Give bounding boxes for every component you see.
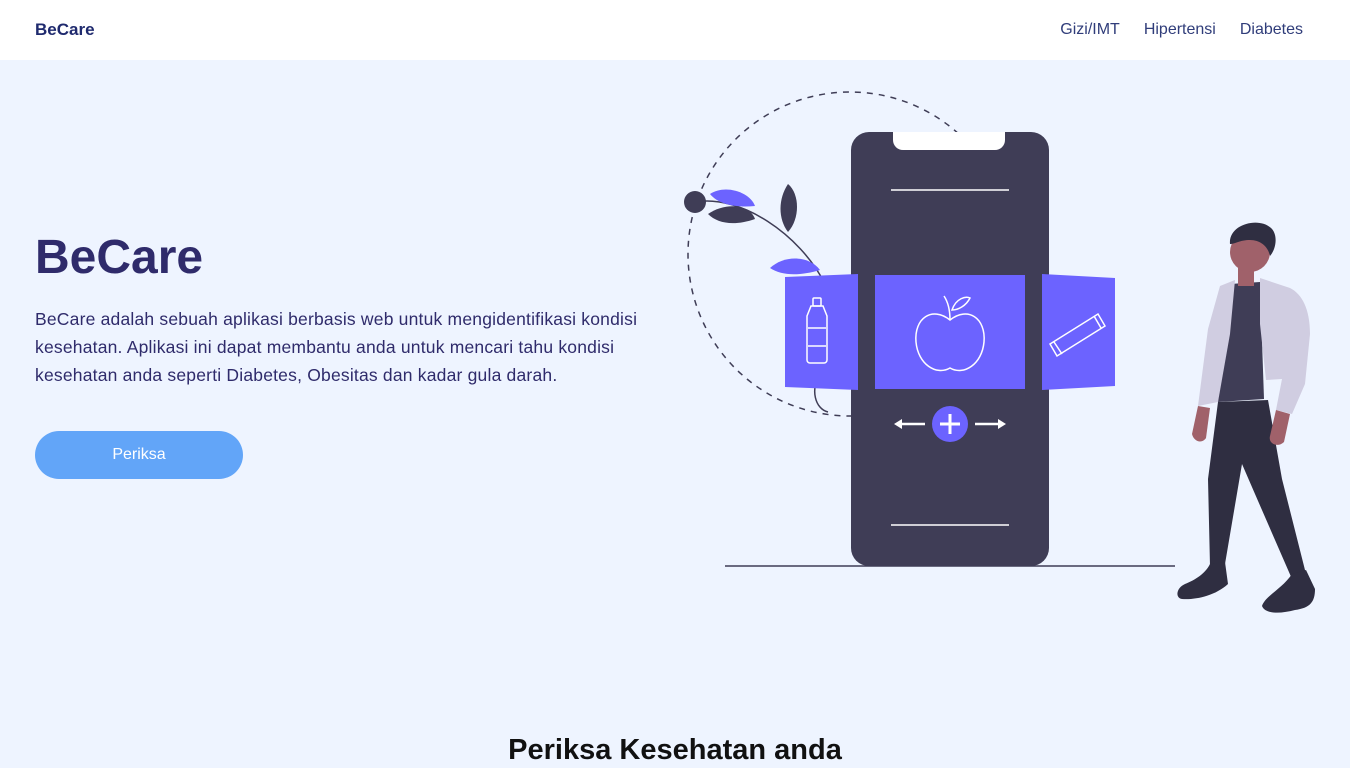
- nav-link-hipertensi[interactable]: Hipertensi: [1144, 21, 1216, 39]
- navbar: BeCare Gizi/IMT Hipertensi Diabetes: [0, 0, 1350, 60]
- snack-bar-card[interactable]: [1042, 274, 1115, 390]
- nav-link-diabetes[interactable]: Diabetes: [1240, 21, 1303, 39]
- person-figure: [1177, 222, 1315, 613]
- hero-title: BeCare: [35, 231, 204, 284]
- hero-section: BeCare BeCare adalah sebuah aplikasi ber…: [0, 60, 1350, 768]
- apple-card[interactable]: [875, 275, 1025, 389]
- hero-illustration: [684, 91, 1315, 613]
- nav-links: Gizi/IMT Hipertensi Diabetes: [1060, 21, 1303, 39]
- brand-logo[interactable]: BeCare: [35, 20, 95, 40]
- hero-description: BeCare adalah sebuah aplikasi berbasis w…: [35, 308, 638, 385]
- section-title: Periksa Kesehatan anda: [508, 734, 842, 766]
- bottle-card[interactable]: [785, 274, 858, 390]
- nav-link-gizi-imt[interactable]: Gizi/IMT: [1060, 21, 1120, 39]
- hero-text: BeCare BeCare adalah sebuah aplikasi ber…: [35, 231, 665, 389]
- periksa-button[interactable]: Periksa: [35, 431, 243, 479]
- plus-icon[interactable]: [932, 406, 968, 442]
